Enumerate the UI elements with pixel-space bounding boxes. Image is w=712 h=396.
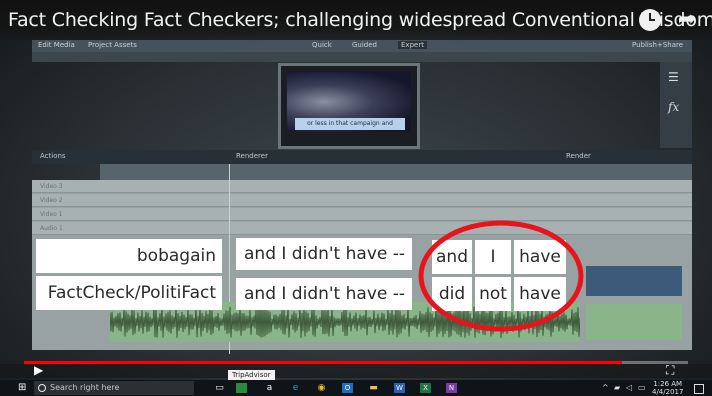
adjust-icon: ☰ xyxy=(668,70,679,84)
track-row xyxy=(32,208,692,221)
system-clock[interactable]: 1:26 AM 4/4/2017 xyxy=(652,380,683,396)
timeline-actions-label: Actions xyxy=(40,152,66,160)
fullscreen-icon[interactable]: ⛶ xyxy=(666,363,674,378)
network-icon[interactable]: ▰ xyxy=(614,383,620,392)
search-placeholder: Search right here xyxy=(50,383,120,392)
track-row xyxy=(32,194,692,207)
edge-icon[interactable]: e xyxy=(290,383,301,393)
highlight-ellipse xyxy=(418,220,584,332)
files-icon[interactable]: ▬ xyxy=(368,383,379,393)
excel-icon[interactable]: X xyxy=(420,383,431,393)
menu-quick: Quick xyxy=(312,41,332,49)
quote-bottom: and I didn't have -- xyxy=(236,278,412,310)
menu-project-assets: Project Assets xyxy=(88,41,137,49)
volume-icon[interactable]: ◁ xyxy=(626,383,632,392)
timeline-render-label: Render xyxy=(566,152,591,160)
onenote-icon[interactable]: N xyxy=(446,383,457,393)
menu-publish-share: Publish+Share xyxy=(632,41,684,49)
windows-start-icon[interactable]: ⊞ xyxy=(18,383,28,393)
word-icon[interactable]: W xyxy=(394,383,405,393)
clock-time: 1:26 AM xyxy=(653,380,683,388)
editor-toolbar xyxy=(32,52,692,62)
player-controls xyxy=(0,364,712,378)
menu-edit-media: Edit Media xyxy=(38,41,75,49)
quote-top: and I didn't have -- xyxy=(236,238,412,270)
track-name: Video 1 xyxy=(40,211,63,218)
menu-guided: Guided xyxy=(352,41,377,49)
battery-icon[interactable]: ▭ xyxy=(638,383,646,392)
amazon-icon[interactable]: a xyxy=(264,383,275,393)
share-icon[interactable]: ➦ xyxy=(674,8,700,32)
editor-preview-monitor: or less in that campaign and xyxy=(278,63,420,149)
menu-expert: Expert xyxy=(398,41,427,49)
fx-icon: fx xyxy=(668,100,680,114)
outlook-icon[interactable]: O xyxy=(342,383,353,393)
speaker-label-bottom: FactCheck/PolitiFact xyxy=(36,276,222,310)
store-icon[interactable] xyxy=(236,383,247,393)
video-clip xyxy=(586,266,682,296)
timeline-header xyxy=(32,150,692,164)
track-row xyxy=(32,222,692,235)
timeline-renderer-label: Renderer xyxy=(236,152,268,160)
video-frame[interactable]: Edit Media Project Assets Quick Guided E… xyxy=(0,0,712,396)
notifications-icon[interactable] xyxy=(694,384,704,394)
watch-later-icon[interactable] xyxy=(639,9,661,31)
track-name: Audio 1 xyxy=(40,225,63,232)
video-title[interactable]: Fact Checking Fact Checkers; challenging… xyxy=(8,9,712,31)
tray-chevron-icon[interactable]: ^ xyxy=(602,383,609,392)
track-row xyxy=(32,180,692,193)
audio-clip-right xyxy=(586,304,682,340)
track-name: Video 3 xyxy=(40,183,63,190)
preview-caption: or less in that campaign and xyxy=(295,118,405,130)
task-view-icon[interactable]: ▭ xyxy=(214,383,225,393)
chrome-icon[interactable]: ◉ xyxy=(316,383,327,393)
play-icon[interactable]: ▶ xyxy=(34,363,43,377)
clock-date: 4/4/2017 xyxy=(652,388,684,396)
track-name: Video 2 xyxy=(40,197,63,204)
speaker-label-top: bobagain xyxy=(36,239,222,273)
timeline-ruler xyxy=(100,164,692,180)
cortana-icon xyxy=(38,384,46,392)
